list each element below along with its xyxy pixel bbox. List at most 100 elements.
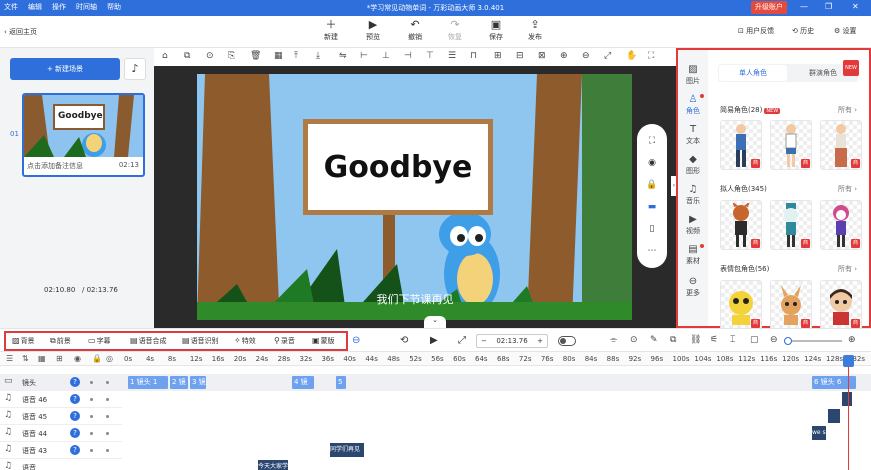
character-card[interactable]: 商: [720, 120, 762, 170]
character-card[interactable]: 商: [770, 280, 812, 330]
character-card[interactable]: 商: [720, 200, 762, 250]
trash-icon[interactable]: 🗑: [250, 51, 261, 61]
expand-icon[interactable]: ⤢: [458, 335, 466, 346]
rewind-icon[interactable]: ⟲: [400, 335, 408, 346]
camera-segment[interactable]: 1 镜头 1: [128, 376, 168, 389]
track-lane[interactable]: 1 镜头 1 2 镜 3 镜 4 镜 5 6 镜头 6: [122, 374, 871, 391]
foreground-button[interactable]: ⧉前景: [50, 336, 71, 346]
track-lane[interactable]: we see: [122, 425, 871, 442]
undo-button[interactable]: ↶ 撤销: [400, 18, 430, 42]
fit-icon[interactable]: ⤢: [604, 51, 611, 61]
copy-icon[interactable]: ⧉: [670, 335, 676, 345]
track-camera[interactable]: ▭ 镜头 ? 1 镜头 1 2 镜 3 镜 4 镜 5 6 镜头 6: [0, 374, 871, 391]
save-button[interactable]: ▣ 保存: [481, 18, 511, 42]
character-card[interactable]: 商: [770, 200, 812, 250]
character-card[interactable]: 商: [820, 280, 862, 330]
audio-segment[interactable]: [842, 392, 852, 406]
feedback-button[interactable]: ⊡ 用户反馈: [738, 26, 774, 36]
ungroup-icon[interactable]: ⊟: [516, 51, 524, 61]
zoom-in-icon[interactable]: ⊕: [848, 335, 856, 345]
subtitle-button[interactable]: ▭字幕: [88, 336, 111, 346]
more-options-icon[interactable]: ⊖: [352, 335, 360, 346]
lock-dot[interactable]: [90, 398, 93, 401]
more-dots-icon[interactable]: ⊙: [206, 51, 214, 61]
tab-video[interactable]: ▶ 视频: [678, 214, 708, 236]
tab-text[interactable]: T 文本: [678, 124, 708, 146]
align-center-icon[interactable]: ⊥: [382, 51, 390, 61]
distribute-icon[interactable]: ☰: [448, 51, 456, 61]
track-lane[interactable]: 今天大家学: [122, 459, 871, 470]
add-track-icon[interactable]: ⊞: [56, 354, 63, 363]
close-button[interactable]: ✕: [852, 2, 859, 11]
music-button[interactable]: ♪: [124, 58, 146, 80]
adjust-icon[interactable]: ⚟: [710, 335, 718, 345]
paste-icon[interactable]: ⎘: [228, 51, 235, 61]
subtitle-text[interactable]: 我们下节课再见: [154, 291, 676, 307]
chevron-down-icon[interactable]: ⌄: [424, 316, 446, 328]
time-plus-button[interactable]: +: [537, 335, 543, 347]
track-voice-43[interactable]: ♫ 语音 43 ? 同学们再见: [0, 442, 871, 459]
visibility-dot[interactable]: [106, 381, 109, 384]
grid-icon[interactable]: ▦: [274, 51, 283, 61]
zoom-in-icon[interactable]: ⊕: [560, 51, 568, 61]
help-icon[interactable]: ?: [70, 411, 80, 421]
lock-icon[interactable]: 🔒: [92, 354, 102, 363]
category-emoji-more[interactable]: 所有 ›: [838, 264, 857, 274]
scene-note[interactable]: 点击添加备注信息: [27, 161, 83, 171]
category-simple-more[interactable]: 所有 ›: [838, 105, 857, 115]
minimize-button[interactable]: —: [800, 2, 808, 11]
play-icon[interactable]: ▶: [430, 335, 438, 346]
screenshot-icon[interactable]: ⛶: [637, 136, 667, 146]
track-lane[interactable]: [122, 391, 871, 408]
layer-up-icon[interactable]: ⤒: [294, 51, 298, 61]
link-icon[interactable]: ⛓: [690, 335, 701, 345]
camera-segment[interactable]: 2 镜: [170, 376, 188, 389]
visibility-dot[interactable]: [106, 398, 109, 401]
playhead-handle[interactable]: [843, 355, 854, 367]
tab-image[interactable]: ▨ 图片: [678, 64, 708, 86]
camera-icon[interactable]: ⊙: [630, 335, 638, 345]
preview-button[interactable]: ▶ 预览: [358, 18, 388, 42]
background-button[interactable]: ▨背景: [12, 336, 35, 346]
canvas-stage[interactable]: Goodbye 我们下节课再见 ⛶ ◉ 🔒 ▬ ▯ ⋯ › ⌄: [154, 66, 676, 328]
character-card[interactable]: 商: [770, 120, 812, 170]
flip-icon[interactable]: ⇋: [339, 51, 347, 61]
lock-dot[interactable]: [90, 449, 93, 452]
track-voice-44[interactable]: ♫ 语音 44 ? we see: [0, 425, 871, 442]
align-right-icon[interactable]: ⊣: [404, 51, 412, 61]
copy-icon[interactable]: ⧉: [184, 51, 190, 61]
camera-icon[interactable]: ◉: [637, 158, 667, 168]
redo-button[interactable]: ↷ 恢复: [440, 18, 470, 42]
effects-button[interactable]: ✧特效: [234, 336, 256, 346]
sort-icon[interactable]: ⇅: [22, 354, 29, 363]
character-card[interactable]: 商: [720, 280, 762, 330]
lock-dot[interactable]: [90, 415, 93, 418]
tab-single-character[interactable]: 单人角色: [719, 65, 787, 81]
back-home-button[interactable]: ‹ 返回主页: [4, 27, 37, 37]
align-top-icon[interactable]: ⊤: [426, 51, 434, 61]
audio-segment[interactable]: [828, 409, 840, 423]
lock-dot[interactable]: [90, 432, 93, 435]
zoom-out-icon[interactable]: ⊖: [770, 335, 778, 345]
visibility-dot[interactable]: [106, 449, 109, 452]
publish-button[interactable]: ⇪ 发布: [520, 18, 550, 42]
edit-icon[interactable]: ✎: [650, 335, 658, 345]
time-input[interactable]: − 02:13.76 +: [476, 334, 548, 348]
character-card[interactable]: 商: [820, 120, 862, 170]
tab-character[interactable]: ♙ 角色: [678, 94, 708, 116]
lock-icon[interactable]: ⊓: [470, 51, 477, 61]
split-icon[interactable]: ⌯: [610, 335, 617, 345]
help-icon[interactable]: ?: [70, 445, 80, 455]
scene-card[interactable]: Goodbye 点击添加备注信息 02:13: [22, 93, 145, 177]
toggle-switch[interactable]: [558, 336, 576, 346]
new-scene-button[interactable]: + 新建场景: [10, 58, 120, 80]
help-icon[interactable]: ◉: [74, 354, 81, 363]
time-minus-button[interactable]: −: [481, 335, 487, 347]
track-lane[interactable]: 同学们再见: [122, 442, 871, 459]
hand-icon[interactable]: ✋: [626, 51, 637, 61]
frame-icon[interactable]: ▢: [750, 335, 759, 345]
grid-icon[interactable]: ▦: [38, 354, 46, 363]
tab-more[interactable]: ⊖ 更多: [678, 276, 708, 298]
layer-down-icon[interactable]: ⤓: [316, 51, 320, 61]
new-button[interactable]: ＋ 新建: [316, 18, 346, 42]
